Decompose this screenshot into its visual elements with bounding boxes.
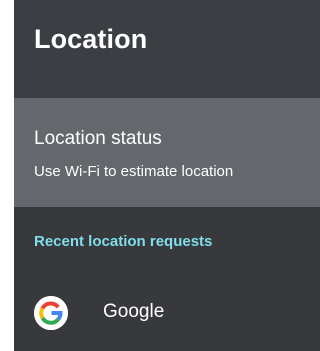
recent-location-requests-header: Recent location requests (34, 233, 213, 250)
location-settings-screen: Location Location status Use Wi-Fi to es… (14, 0, 320, 351)
app-name-label: Google (103, 301, 165, 322)
page-header: Location (14, 0, 320, 98)
location-status-title: Location status (34, 128, 162, 149)
google-icon (34, 296, 68, 330)
location-status-item[interactable]: Location status Use Wi-Fi to estimate lo… (14, 98, 320, 207)
recent-request-item-google[interactable]: Google (14, 290, 320, 351)
page-title: Location (34, 24, 148, 54)
location-status-subtitle: Use Wi-Fi to estimate location (34, 163, 234, 180)
